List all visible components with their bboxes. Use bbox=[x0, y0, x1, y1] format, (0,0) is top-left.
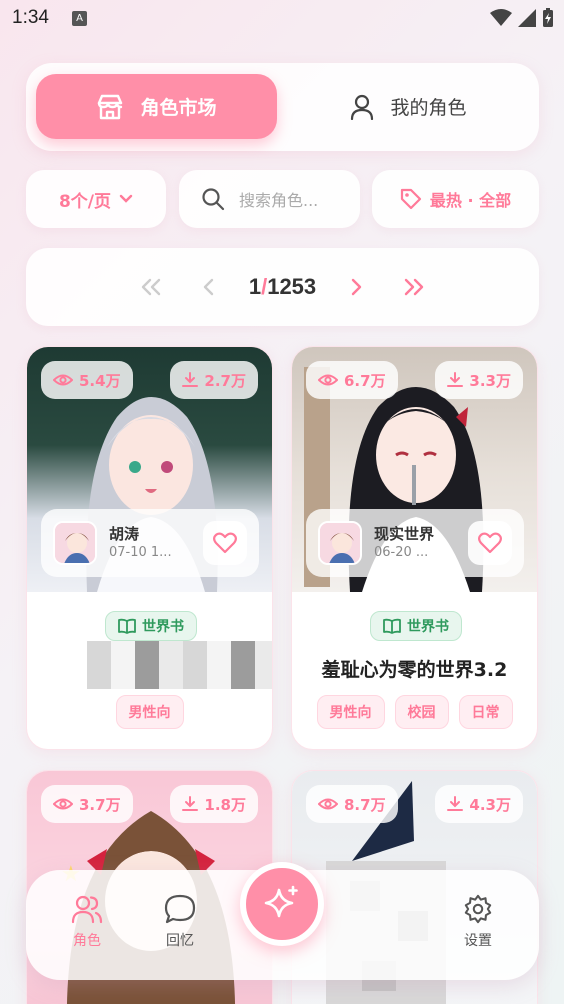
search-input[interactable]: 搜索角色... bbox=[179, 170, 360, 228]
nav-roles[interactable]: 角色 bbox=[52, 894, 122, 950]
avatar bbox=[318, 521, 362, 565]
eye-icon bbox=[318, 374, 338, 386]
eye-icon bbox=[53, 374, 73, 386]
favorite-button[interactable] bbox=[468, 521, 512, 565]
author-date: 07-10 1... bbox=[109, 545, 172, 560]
role-title: 羞耻心为零的世界3.2 bbox=[321, 659, 508, 681]
nav-roles-label: 角色 bbox=[73, 933, 101, 949]
eye-icon bbox=[318, 798, 338, 810]
next-page-button[interactable] bbox=[334, 265, 378, 309]
tag-list: 男性向 bbox=[27, 695, 272, 729]
author-name: 胡涛 bbox=[109, 525, 140, 543]
tag[interactable]: 日常 bbox=[458, 695, 513, 729]
nav-settings[interactable]: 设置 bbox=[443, 894, 513, 950]
tag[interactable]: 校园 bbox=[394, 695, 449, 729]
nav-memory-label: 回忆 bbox=[166, 933, 194, 949]
worldbook-label: 世界书 bbox=[142, 619, 184, 635]
author-date: 06-20 ... bbox=[374, 545, 429, 560]
notification-icon: A bbox=[72, 11, 87, 26]
tab-my-roles-label: 我的角色 bbox=[390, 97, 467, 119]
download-icon bbox=[447, 796, 464, 811]
users-icon bbox=[71, 895, 103, 924]
downloads-badge: 2.7万 bbox=[170, 361, 258, 399]
nav-settings-label: 设置 bbox=[464, 933, 492, 949]
wifi-icon bbox=[490, 9, 512, 26]
author-name: 现实世界 bbox=[374, 525, 435, 543]
views-badge: 8.7万 bbox=[306, 785, 398, 823]
downloads-count: 4.3万 bbox=[469, 795, 511, 814]
avatar bbox=[53, 521, 97, 565]
signal-icon bbox=[518, 9, 536, 27]
search-placeholder: 搜索角色... bbox=[239, 191, 319, 210]
book-open-icon bbox=[118, 618, 136, 634]
chat-bubble-icon bbox=[164, 894, 196, 924]
battery-icon bbox=[543, 8, 553, 27]
sort-label: 最热 · 全部 bbox=[429, 191, 512, 210]
role-tabs: 角色市场 我的角色 bbox=[26, 63, 539, 151]
downloads-count: 2.7万 bbox=[204, 371, 246, 390]
tag[interactable]: 男性向 bbox=[316, 695, 385, 729]
sparkles-icon bbox=[264, 885, 298, 918]
tab-role-market[interactable]: 角色市场 bbox=[36, 74, 277, 139]
views-count: 3.7万 bbox=[79, 795, 121, 814]
tag[interactable]: 男性向 bbox=[115, 695, 184, 729]
worldbook-label: 世界书 bbox=[407, 619, 449, 635]
views-count: 8.7万 bbox=[344, 795, 386, 814]
views-count: 5.4万 bbox=[79, 371, 121, 390]
nav-memory[interactable]: 回忆 bbox=[145, 894, 215, 950]
author-panel: 现实世界 06-20 ... bbox=[306, 509, 524, 577]
tab-role-market-label: 角色市场 bbox=[140, 97, 217, 119]
download-icon bbox=[182, 796, 199, 811]
role-card[interactable]: 5.4万 2.7万 胡涛 07-10 1... 世界书 男性向 bbox=[26, 346, 273, 750]
sort-filter-button[interactable]: 最热 · 全部 bbox=[372, 170, 539, 228]
worldbook-badge: 世界书 bbox=[370, 611, 462, 641]
downloads-count: 3.3万 bbox=[469, 371, 511, 390]
downloads-badge: 1.8万 bbox=[170, 785, 258, 823]
tab-my-roles[interactable]: 我的角色 bbox=[288, 74, 529, 139]
filter-row: 8个/页 搜索角色... 最热 · 全部 bbox=[26, 170, 539, 228]
author-panel: 胡涛 07-10 1... bbox=[41, 509, 259, 577]
per-page-label: 8个/页 bbox=[58, 191, 112, 212]
censored-title bbox=[87, 641, 272, 689]
double-chevron-right-icon bbox=[404, 278, 424, 296]
total-pages: 1253 bbox=[267, 274, 317, 299]
status-icons bbox=[490, 8, 554, 28]
tag-list: 男性向 校园 日常 bbox=[292, 695, 537, 729]
user-icon bbox=[351, 94, 374, 120]
gear-icon bbox=[464, 894, 492, 924]
chevron-left-icon bbox=[203, 278, 214, 296]
views-badge: 6.7万 bbox=[306, 361, 398, 399]
download-icon bbox=[447, 372, 464, 387]
page-indicator: 1/1253 bbox=[249, 274, 316, 300]
worldbook-badge: 世界书 bbox=[105, 611, 197, 641]
heart-icon bbox=[213, 532, 237, 554]
views-badge: 5.4万 bbox=[41, 361, 133, 399]
tag-icon bbox=[400, 188, 421, 210]
status-time: 1:34 bbox=[12, 7, 49, 28]
role-card[interactable]: 6.7万 3.3万 现实世界 06-20 ... 世界书 羞耻心为零的世界3.2… bbox=[291, 346, 538, 750]
book-open-icon bbox=[383, 618, 401, 634]
downloads-badge: 3.3万 bbox=[435, 361, 523, 399]
search-icon bbox=[202, 188, 225, 211]
views-badge: 3.7万 bbox=[41, 785, 133, 823]
current-page: 1 bbox=[248, 274, 262, 299]
create-fab-button[interactable] bbox=[240, 862, 324, 946]
eye-icon bbox=[53, 798, 73, 810]
per-page-dropdown[interactable]: 8个/页 bbox=[26, 170, 166, 228]
downloads-badge: 4.3万 bbox=[435, 785, 523, 823]
downloads-count: 1.8万 bbox=[204, 795, 246, 814]
pagination: 1/1253 bbox=[26, 248, 539, 326]
chevron-right-icon bbox=[351, 278, 362, 296]
favorite-button[interactable] bbox=[203, 521, 247, 565]
last-page-button[interactable] bbox=[392, 265, 436, 309]
status-bar: 1:34 A bbox=[0, 0, 564, 38]
chevron-down-icon bbox=[119, 194, 133, 203]
prev-page-button[interactable] bbox=[187, 265, 231, 309]
heart-icon bbox=[478, 532, 502, 554]
views-count: 6.7万 bbox=[344, 371, 386, 390]
store-icon bbox=[98, 94, 123, 119]
double-chevron-left-icon bbox=[141, 278, 161, 296]
first-page-button[interactable] bbox=[129, 265, 173, 309]
download-icon bbox=[182, 372, 199, 387]
